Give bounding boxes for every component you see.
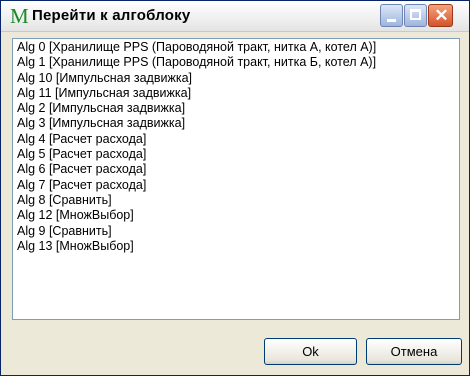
list-item[interactable]: Alg 0 [Хранилище PPS (Пароводяной тракт,… bbox=[13, 40, 459, 55]
list-item[interactable]: Alg 8 [Сравнить] bbox=[13, 193, 459, 208]
list-item[interactable]: Alg 4 [Расчет расхода] bbox=[13, 132, 459, 147]
list-item[interactable]: Alg 5 [Расчет расхода] bbox=[13, 147, 459, 162]
dialog-window: M Перейти к алгоблоку ✕ Alg 0 [Хранилище… bbox=[0, 0, 470, 376]
list-item[interactable]: Alg 7 [Расчет расхода] bbox=[13, 178, 459, 193]
close-icon: ✕ bbox=[434, 6, 449, 25]
list-item[interactable]: Alg 9 [Сравнить] bbox=[13, 224, 459, 239]
list-item[interactable]: Alg 6 [Расчет расхода] bbox=[13, 162, 459, 177]
app-icon: M bbox=[10, 4, 29, 28]
cancel-button[interactable]: Отмена bbox=[366, 338, 462, 365]
window-title: Перейти к алгоблоку bbox=[32, 7, 191, 24]
ok-button[interactable]: Ok bbox=[264, 338, 357, 365]
maximize-icon bbox=[410, 9, 421, 20]
list-item[interactable]: Alg 10 [Импульсная задвижка] bbox=[13, 71, 459, 86]
list-item[interactable]: Alg 11 [Импульсная задвижка] bbox=[13, 86, 459, 101]
minimize-button[interactable] bbox=[380, 4, 403, 27]
title-bar[interactable]: M Перейти к алгоблоку ✕ bbox=[1, 1, 469, 32]
list-item[interactable]: Alg 2 [Импульсная задвижка] bbox=[13, 101, 459, 116]
minimize-icon bbox=[387, 19, 396, 22]
maximize-button[interactable] bbox=[404, 4, 427, 27]
list-item[interactable]: Alg 12 [МножВыбор] bbox=[13, 208, 459, 223]
list-item[interactable]: Alg 3 [Импульсная задвижка] bbox=[13, 116, 459, 131]
list-item[interactable]: Alg 13 [МножВыбор] bbox=[13, 239, 459, 254]
list-item[interactable]: Alg 1 [Хранилище PPS (Пароводяной тракт,… bbox=[13, 55, 459, 70]
algoblock-list[interactable]: Alg 0 [Хранилище PPS (Пароводяной тракт,… bbox=[12, 38, 460, 320]
close-button[interactable]: ✕ bbox=[428, 4, 453, 27]
